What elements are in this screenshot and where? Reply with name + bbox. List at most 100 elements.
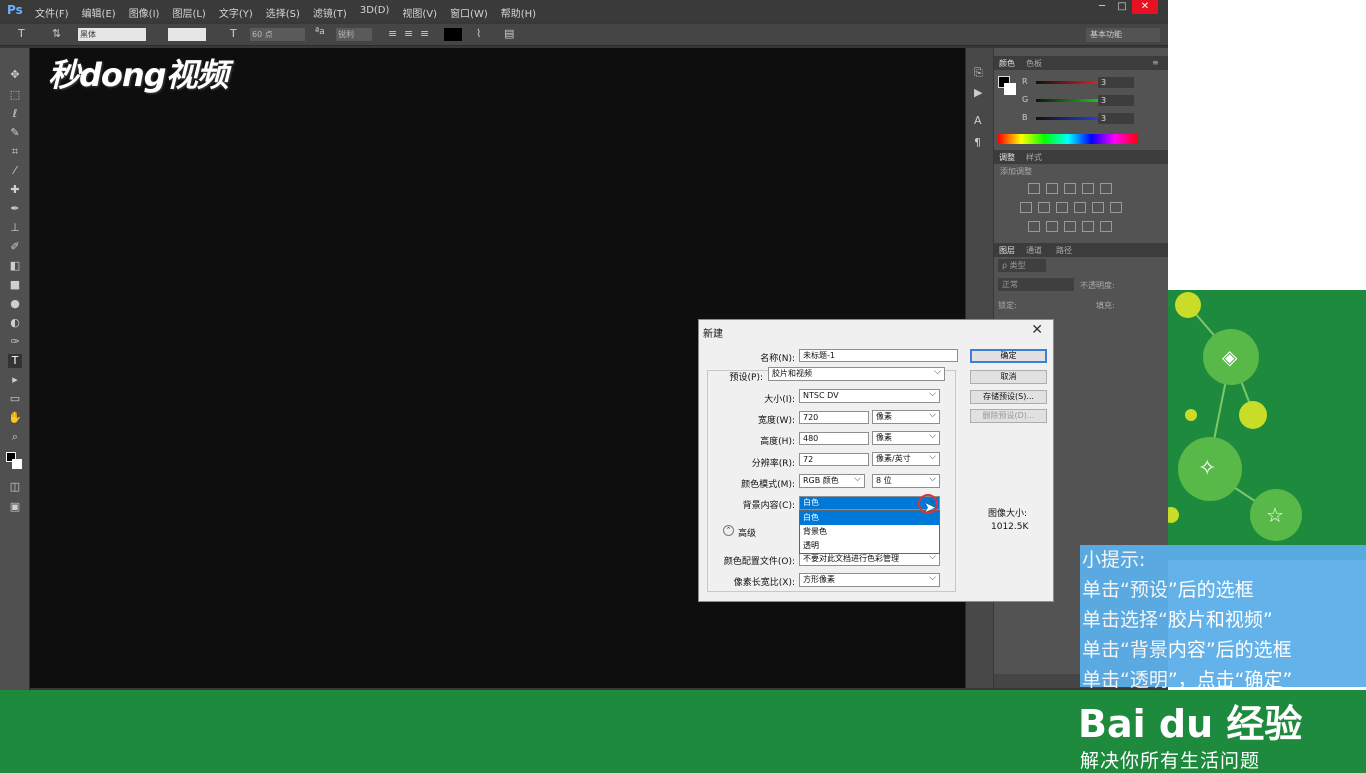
zoom-tool-icon[interactable]: ⌕: [8, 430, 22, 444]
dialog-close-icon[interactable]: ✕: [1031, 322, 1043, 338]
minimize-button[interactable]: ─: [1092, 0, 1112, 14]
quick-mask-icon[interactable]: ◫: [8, 480, 22, 494]
menu-type[interactable]: 文字(Y): [219, 5, 253, 20]
workspace-select[interactable]: 基本功能: [1086, 28, 1160, 42]
type-tool-icon[interactable]: T: [18, 27, 25, 40]
type-tool-icon[interactable]: T: [8, 354, 22, 368]
levels-icon[interactable]: [1046, 183, 1058, 194]
height-unit-select[interactable]: 像素: [872, 430, 940, 445]
brush-tool-icon[interactable]: ✒: [8, 202, 22, 216]
background-swatch[interactable]: [1004, 83, 1016, 95]
size-select[interactable]: NTSC DV: [799, 388, 940, 403]
healing-brush-icon[interactable]: ✚: [8, 183, 22, 197]
tab-layers[interactable]: 图层: [999, 245, 1015, 256]
red-value[interactable]: 3: [1098, 77, 1134, 88]
menu-select[interactable]: 选择(S): [266, 5, 300, 20]
history-icon[interactable]: ⎘: [974, 66, 983, 80]
marquee-tool-icon[interactable]: ⬚: [8, 88, 22, 102]
menu-window[interactable]: 窗口(W): [450, 5, 488, 20]
character-panel-icon[interactable]: A: [974, 114, 982, 127]
shape-tool-icon[interactable]: ▭: [8, 392, 22, 406]
save-preset-button[interactable]: 存储预设(S)...: [970, 390, 1047, 404]
green-slider[interactable]: [1036, 99, 1098, 102]
tab-color[interactable]: 颜色: [999, 58, 1015, 69]
threshold-icon[interactable]: [1064, 221, 1076, 232]
photo-filter-icon[interactable]: [1074, 202, 1086, 213]
blend-mode-select[interactable]: 正常: [998, 278, 1074, 291]
menu-view[interactable]: 视图(V): [402, 5, 437, 20]
gradient-tool-icon[interactable]: ■: [8, 278, 22, 292]
lasso-tool-icon[interactable]: ℓ: [8, 107, 22, 121]
panels-toggle-icon[interactable]: ▤: [504, 27, 514, 40]
pixel-aspect-select[interactable]: 方形像素: [799, 572, 940, 587]
blur-tool-icon[interactable]: ●: [8, 297, 22, 311]
height-input[interactable]: 480: [799, 432, 869, 445]
green-value[interactable]: 3: [1098, 95, 1134, 106]
ok-button[interactable]: 确定: [970, 349, 1047, 363]
posterize-icon[interactable]: [1046, 221, 1058, 232]
tab-styles[interactable]: 样式: [1026, 152, 1042, 163]
menu-3d[interactable]: 3D(D): [360, 5, 390, 20]
vibrance-icon[interactable]: [1100, 183, 1112, 194]
actions-play-icon[interactable]: ▶: [974, 86, 982, 99]
color-lookup-icon[interactable]: [1110, 202, 1122, 213]
curves-icon[interactable]: [1064, 183, 1076, 194]
selective-color-icon[interactable]: [1082, 221, 1094, 232]
tab-paths[interactable]: 路径: [1056, 245, 1072, 256]
name-input[interactable]: 未标题-1: [799, 349, 958, 362]
background-color-swatch[interactable]: [12, 459, 22, 469]
blue-slider[interactable]: [1036, 117, 1098, 120]
font-family-select[interactable]: 黑体: [78, 28, 146, 41]
resolution-unit-select[interactable]: 像素/英寸: [872, 451, 940, 466]
red-slider[interactable]: [1036, 81, 1098, 84]
width-input[interactable]: 720: [799, 411, 869, 424]
screen-mode-icon[interactable]: ▣: [8, 500, 22, 514]
menu-edit[interactable]: 编辑(E): [82, 5, 116, 20]
eyedropper-icon[interactable]: ⁄: [8, 164, 22, 178]
layer-kind-filter[interactable]: ρ 类型: [998, 259, 1046, 272]
cancel-button[interactable]: 取消: [970, 370, 1047, 384]
menu-filter[interactable]: 滤镜(T): [313, 5, 347, 20]
tab-swatches[interactable]: 色板: [1026, 58, 1042, 69]
close-button[interactable]: ✕: [1132, 0, 1158, 14]
font-style-select[interactable]: [168, 28, 206, 41]
align-right-icon[interactable]: ≡: [420, 27, 429, 40]
move-tool-icon[interactable]: ✥: [8, 68, 22, 82]
tab-adjustments[interactable]: 调整: [999, 152, 1015, 163]
history-brush-icon[interactable]: ✐: [8, 240, 22, 254]
maximize-button[interactable]: □: [1112, 0, 1132, 14]
orientation-icon[interactable]: ⇅: [52, 27, 61, 40]
tab-channels[interactable]: 通道: [1026, 245, 1042, 256]
color-balance-icon[interactable]: [1038, 202, 1050, 213]
width-unit-select[interactable]: 像素: [872, 409, 940, 424]
exposure-icon[interactable]: [1082, 183, 1094, 194]
bit-depth-select[interactable]: 8 位: [872, 473, 940, 488]
clone-stamp-icon[interactable]: ⊥: [8, 221, 22, 235]
delete-preset-button[interactable]: 删除预设(D)...: [970, 409, 1047, 423]
blue-value[interactable]: 3: [1098, 113, 1134, 124]
bw-icon[interactable]: [1056, 202, 1068, 213]
hand-tool-icon[interactable]: ✋: [8, 411, 22, 425]
preset-select[interactable]: 胶片和视频: [768, 366, 945, 381]
menu-help[interactable]: 帮助(H): [501, 5, 536, 20]
panel-menu-icon[interactable]: ≡: [1152, 58, 1159, 67]
paragraph-panel-icon[interactable]: ¶: [974, 136, 981, 149]
bg-option-white[interactable]: 白色: [800, 511, 939, 525]
color-spectrum[interactable]: [998, 134, 1138, 144]
invert-icon[interactable]: [1028, 221, 1040, 232]
menu-file[interactable]: 文件(F): [35, 5, 69, 20]
quick-select-icon[interactable]: ✎: [8, 126, 22, 140]
bg-option-transparent[interactable]: 透明: [800, 539, 939, 553]
antialias-select[interactable]: 锐利: [336, 28, 372, 41]
dodge-tool-icon[interactable]: ◐: [8, 316, 22, 330]
menu-image[interactable]: 图像(I): [129, 5, 160, 20]
font-size-select[interactable]: 60 点: [250, 28, 305, 41]
color-profile-select[interactable]: 不要对此文档进行色彩管理: [799, 551, 940, 566]
crop-tool-icon[interactable]: ⌗: [8, 145, 22, 159]
advanced-toggle-icon[interactable]: ⌃: [723, 525, 734, 536]
warp-text-icon[interactable]: ⌇: [476, 27, 481, 40]
text-color-swatch[interactable]: [444, 28, 462, 41]
menu-layer[interactable]: 图层(L): [172, 5, 205, 20]
eraser-tool-icon[interactable]: ◧: [8, 259, 22, 273]
channel-mixer-icon[interactable]: [1092, 202, 1104, 213]
